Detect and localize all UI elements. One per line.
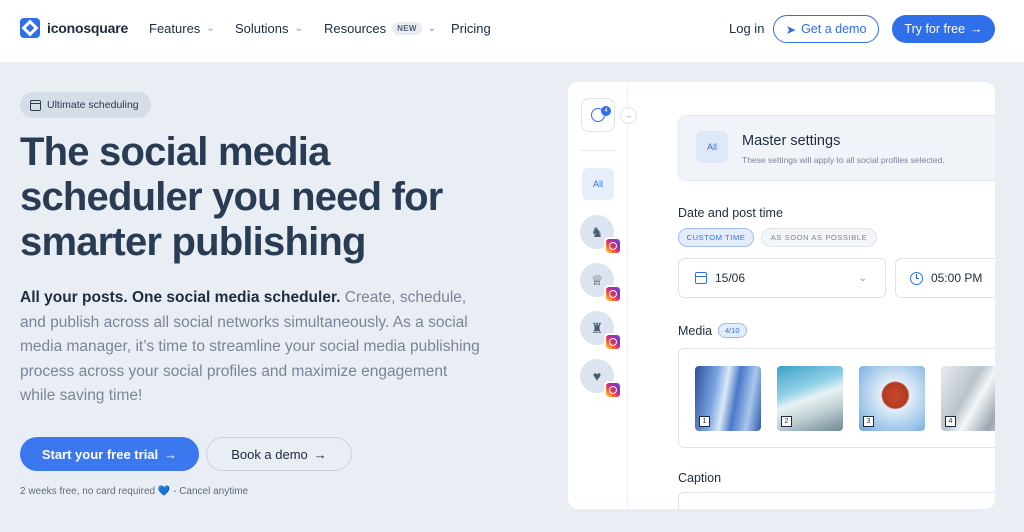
clock-icon: [910, 271, 923, 285]
get-demo-label: Get a demo: [801, 22, 867, 36]
arrow-right-icon: →: [164, 446, 178, 462]
chevron-down-icon: ⌄: [294, 23, 303, 34]
all-profiles-button[interactable]: All: [582, 168, 614, 200]
thumbnail-index: 1: [699, 416, 710, 427]
rocket-icon: ➤: [785, 22, 797, 37]
divider: [580, 150, 616, 151]
start-trial-label: Start your free trial: [41, 446, 159, 462]
arrow-right-icon: →: [970, 22, 983, 36]
try-free-label: Try for free: [904, 22, 966, 36]
chevron-down-icon: ⌄: [206, 23, 215, 34]
media-thumbnail[interactable]: 1: [695, 366, 761, 431]
profile-avatar[interactable]: ♞: [580, 215, 622, 255]
try-free-button[interactable]: Try for free →: [892, 15, 995, 43]
profile-count: 4: [601, 106, 611, 116]
top-nav: iconosquare Features ⌄ Solutions ⌄ Resou…: [0, 0, 1024, 62]
profile-sidebar: 4 All ♞ ♕ ♜ ♥: [568, 82, 628, 509]
trial-fineprint: 2 weeks free, no card required 💙 - Cance…: [20, 486, 248, 497]
get-demo-button[interactable]: ➤ Get a demo: [773, 15, 879, 43]
date-value: 15/06: [715, 271, 746, 285]
instagram-icon: [604, 285, 622, 303]
media-thumbnail[interactable]: 2: [777, 366, 843, 431]
scheduling-badge: Ultimate scheduling: [20, 92, 151, 118]
instagram-icon: [604, 333, 622, 351]
nav-solutions[interactable]: Solutions ⌄: [235, 21, 303, 36]
nav-pricing-label: Pricing: [451, 21, 491, 36]
hero-description-body: Create, schedule, and publish across all…: [20, 289, 480, 404]
hero-description: All your posts. One social media schedul…: [20, 286, 480, 409]
nav-resources-label: Resources: [324, 21, 387, 36]
brand-name: iconosquare: [47, 20, 129, 36]
chevron-down-icon: ⌄: [427, 23, 437, 34]
scheduler-preview: 4 All ♞ ♕ ♜ ♥ → All Master settings Thes…: [568, 82, 995, 509]
media-thumbnail[interactable]: 4: [941, 366, 995, 431]
media-label: Media: [678, 324, 713, 338]
media-gallery: 1 2 3 4: [678, 348, 995, 448]
nav-resources[interactable]: Resources NEW ⌄: [324, 21, 436, 36]
time-picker[interactable]: 05:00 PM: [895, 258, 995, 298]
start-trial-button[interactable]: Start your free trial →: [20, 437, 199, 471]
profiles-button[interactable]: 4: [581, 98, 615, 132]
arrow-right-icon: →: [313, 446, 327, 462]
book-demo-label: Book a demo: [231, 446, 308, 462]
caption-input[interactable]: [678, 492, 995, 509]
date-time-label: Date and post time: [678, 206, 783, 220]
heart-icon: 💙: [157, 486, 171, 497]
instagram-icon: [604, 237, 622, 255]
new-badge: NEW: [392, 22, 422, 35]
profile-avatar[interactable]: ♕: [580, 263, 622, 303]
avatar-icon: ♕: [590, 271, 604, 288]
calendar-icon: [30, 99, 41, 111]
book-demo-button[interactable]: Book a demo →: [206, 437, 352, 471]
media-thumbnail[interactable]: 3: [859, 366, 925, 431]
custom-time-chip[interactable]: CUSTOM TIME: [678, 228, 754, 247]
logo-icon: [20, 18, 40, 38]
thumbnail-index: 3: [863, 416, 874, 427]
expand-sidebar-icon[interactable]: →: [620, 107, 637, 124]
avatar-icon: ♞: [590, 223, 604, 240]
profile-avatar[interactable]: ♥: [580, 359, 622, 399]
thumbnail-index: 2: [781, 416, 792, 427]
hero-description-lead: All your posts. One social media schedul…: [20, 289, 341, 306]
nav-pricing[interactable]: Pricing: [451, 21, 491, 36]
caption-label: Caption: [678, 471, 722, 485]
fineprint-free: 2 weeks free, no card required: [20, 486, 156, 497]
calendar-icon: [695, 272, 707, 284]
chevron-down-icon: ⌄: [858, 272, 867, 284]
master-settings-title: Master settings: [742, 133, 841, 149]
media-count-badge: 4/10: [718, 323, 747, 338]
instagram-icon: [604, 381, 622, 399]
date-picker[interactable]: 15/06 ⌄: [678, 258, 886, 298]
login-link[interactable]: Log in: [729, 21, 764, 36]
master-settings-subtitle: These settings will apply to all social …: [742, 155, 945, 165]
time-value: 05:00 PM: [931, 271, 983, 285]
master-settings-card[interactable]: All Master settings These settings will …: [678, 115, 995, 181]
nav-solutions-label: Solutions: [235, 21, 289, 36]
avatar-icon: ♜: [590, 319, 604, 336]
nav-features-label: Features: [149, 21, 201, 36]
thumbnail-index: 4: [945, 416, 956, 427]
hero-headline: The social media scheduler you need for …: [20, 130, 443, 264]
profile-avatar[interactable]: ♜: [580, 311, 622, 351]
nav-features[interactable]: Features ⌄: [149, 21, 215, 36]
master-all-tag: All: [696, 131, 728, 163]
brand-logo[interactable]: iconosquare: [20, 18, 128, 38]
asap-chip[interactable]: AS SOON AS POSSIBLE: [761, 228, 877, 247]
badge-label: Ultimate scheduling: [47, 99, 139, 111]
avatar-icon: ♥: [592, 368, 602, 384]
fineprint-cancel: - Cancel anytime: [170, 486, 249, 497]
